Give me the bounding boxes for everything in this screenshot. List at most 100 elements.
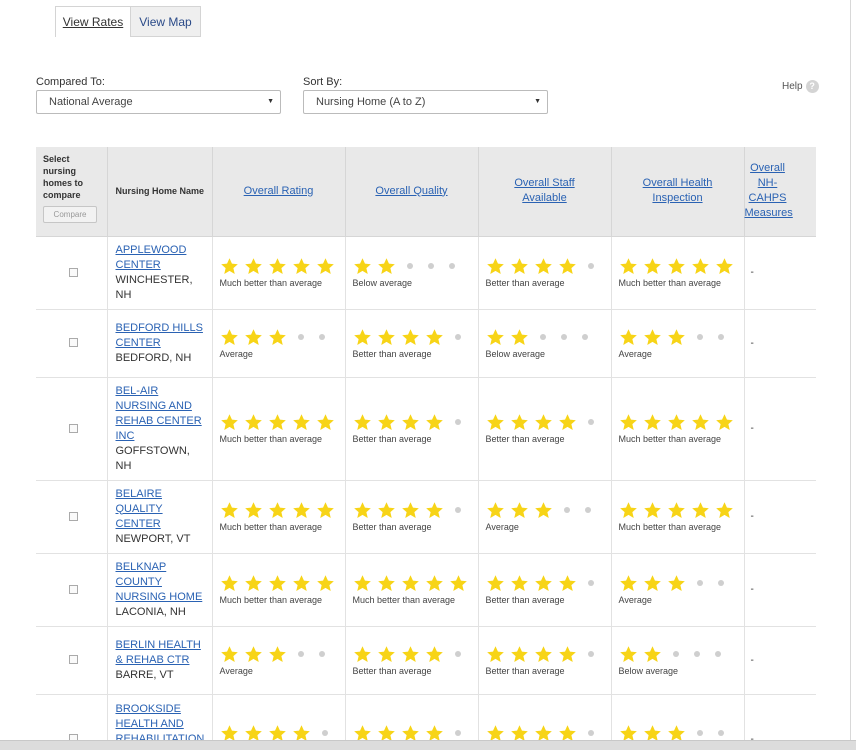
star-icon [220,413,239,432]
compare-checkbox[interactable] [68,267,78,277]
compare-checkbox[interactable] [68,338,78,347]
compare-checkbox[interactable] [68,423,78,433]
rating-cell: Average [611,309,745,378]
rating-cell: Much better than average [611,480,745,554]
star-icon [558,413,577,432]
tab-view-map[interactable]: View Map [131,6,201,37]
rating-description: Better than average [352,434,432,444]
star-icon [486,328,505,347]
star-icon [401,413,420,432]
empty-star-dot-icon [297,333,304,340]
cahps-value: - [750,423,754,434]
nursing-home-cell: BELAIRE QUALITY CENTER NEWPORT, VT [107,480,213,554]
star-rating [353,413,478,433]
star-rating [486,574,611,594]
rating-cell: Much better than average [212,236,346,310]
table-row: BEL-AIR NURSING AND REHAB CENTER INC GOFF… [36,377,816,481]
star-icon [643,328,662,347]
nursing-home-location: BARRE, VT [115,668,174,681]
star-icon [558,645,577,664]
results-table-container: Select nursing homes to compare Compare … [36,147,816,747]
empty-star-dot-icon [672,650,679,657]
rating-cell: Below average [478,309,612,378]
star-icon [510,645,529,664]
star-icon [316,257,335,276]
overall-quality-header[interactable]: Overall Quality [345,147,479,237]
overall-staff-header[interactable]: Overall Staff Available [478,147,612,237]
sort-by-select[interactable]: Nursing Home (A to Z) ▼ [303,90,548,114]
nursing-home-link[interactable]: BERLIN HEALTH & REHAB CTR [116,638,208,668]
help-link[interactable]: Help? [782,80,819,93]
rating-description: Much better than average [618,278,722,288]
star-icon [425,501,444,520]
empty-star-dot-icon [318,650,325,657]
star-icon [268,257,287,276]
star-icon [244,413,263,432]
nursing-home-link[interactable]: BEDFORD HILLS CENTER [116,321,208,351]
cahps-value: - [750,584,754,595]
star-icon [486,645,505,664]
empty-star-dot-icon [717,333,724,340]
nursing-home-link[interactable]: APPLEWOOD CENTER [116,243,208,273]
star-icon [353,257,372,276]
star-icon [643,501,662,520]
overall-rating-header[interactable]: Overall Rating [212,147,346,237]
compare-checkbox[interactable] [68,584,78,594]
nursing-home-location: NEWPORT, VT [115,532,191,545]
rating-description: Average [618,595,652,605]
tab-view-rates[interactable]: View Rates [55,6,131,37]
star-rating [486,257,611,277]
rating-cell: Below average [611,626,745,695]
star-icon [220,501,239,520]
compare-checkbox-cell [36,626,108,695]
select-column-header: Select nursing homes to compare Compare [36,147,108,237]
star-rating [220,328,345,348]
rating-description: Much better than average [219,278,323,288]
nursing-home-cell: BELKNAP COUNTY NURSING HOME LACONIA, NH [107,553,213,627]
compared-to-value: National Average [49,96,133,108]
rating-description: Better than average [485,278,565,288]
empty-star-dot-icon [297,650,304,657]
star-icon [486,501,505,520]
star-icon [353,574,372,593]
overall-cahps-header[interactable]: Overall NH-CAHPS Measures [744,147,816,237]
compare-checkbox[interactable] [68,511,78,521]
empty-star-dot-icon [539,333,546,340]
cahps-cell: - [744,480,816,554]
star-icon [268,574,287,593]
nursing-home-link[interactable]: BEL-AIR NURSING AND REHAB CENTER INC [116,384,208,444]
rating-description: Much better than average [618,522,722,532]
star-icon [377,501,396,520]
star-rating [619,328,744,348]
rating-description: Below average [352,278,413,288]
nursing-home-link[interactable]: BELKNAP COUNTY NURSING HOME [116,560,208,605]
empty-star-dot-icon [714,650,721,657]
nursing-home-link[interactable]: BELAIRE QUALITY CENTER [116,487,208,532]
rating-description: Much better than average [219,434,323,444]
cahps-cell: - [744,553,816,627]
star-icon [691,501,710,520]
star-icon [619,574,638,593]
empty-star-dot-icon [454,419,461,425]
compare-button[interactable]: Compare [43,206,97,223]
empty-star-dot-icon [560,333,567,340]
content-right-border [850,0,851,740]
star-icon [619,645,638,664]
rating-cell: Much better than average [212,553,346,627]
star-icon [486,413,505,432]
star-icon [619,257,638,276]
star-rating [353,257,478,277]
star-icon [292,257,311,276]
compared-to-select[interactable]: National Average ▼ [36,90,281,114]
star-icon [558,257,577,276]
star-icon [377,328,396,347]
empty-star-dot-icon [696,333,703,340]
cahps-cell: - [744,309,816,378]
cahps-cell: - [744,626,816,695]
nursing-home-location: GOFFSTOWN, NH [115,444,190,472]
compare-checkbox[interactable] [68,655,78,664]
overall-health-inspection-header[interactable]: Overall Health Inspection [611,147,745,237]
empty-star-dot-icon [406,263,413,269]
star-rating [220,413,345,433]
chevron-down-icon: ▼ [534,98,541,105]
